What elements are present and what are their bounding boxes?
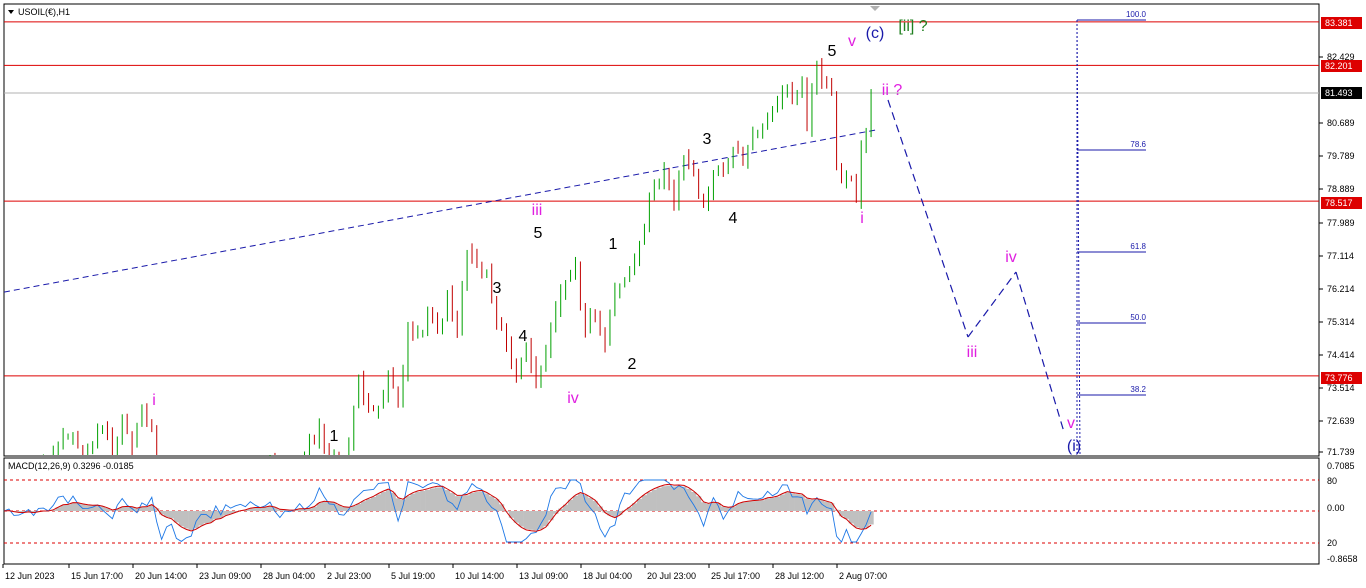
wave-label-iii_proj: iii (967, 344, 978, 361)
wave-label-iii: iii (532, 202, 543, 219)
time-tick-label: 25 Jul 17:00 (711, 571, 760, 581)
price-tick-label: 74.414 (1327, 350, 1355, 360)
wave-label-ii_pink: ii ? (882, 82, 903, 99)
price-axis[interactable]: 82.42980.68979.78978.88977.98977.11476.2… (1319, 17, 1362, 457)
fib-level-label: 78.6 (1130, 140, 1146, 149)
price-tick-label: 78.889 (1327, 184, 1355, 194)
wave-label-w1_low: 1 (330, 428, 339, 445)
price-tick-label: 79.789 (1327, 151, 1355, 161)
fib-level-label: 38.2 (1130, 385, 1146, 394)
time-tick-label: 10 Jul 14:00 (455, 571, 504, 581)
macd-tick-label: -0.8658 (1327, 554, 1358, 564)
symbol-title: USOIL(€),H1 (18, 7, 70, 17)
price-tick-label: 77.114 (1327, 251, 1354, 261)
time-tick-label: 13 Jul 09:00 (519, 571, 568, 581)
wave-label-v_proj: v (1067, 415, 1075, 432)
time-tick-label: 20 Jun 14:00 (135, 571, 187, 581)
time-tick-label: 2 Aug 07:00 (839, 571, 887, 581)
wave-label-i_pink_right: i (860, 210, 864, 227)
time-tick-label: 28 Jun 04:00 (263, 571, 315, 581)
time-tick-label: 2 Jul 23:00 (327, 571, 371, 581)
wave-label-c_top: (c) (866, 25, 885, 42)
price-tick-label: 73.514 (1327, 383, 1355, 393)
hline-price-label: 83.381 (1325, 18, 1353, 28)
wave-label-v_top: v (848, 33, 856, 50)
wave-label-iv_proj: iv (1005, 249, 1017, 266)
wave-label-w3: 3 (493, 280, 502, 297)
hline-price-label: 78.517 (1325, 198, 1353, 208)
time-tick-label: 20 Jul 23:00 (647, 571, 696, 581)
fib-level-label: 61.8 (1130, 242, 1146, 251)
wave-label-ii_green: [ii] ? (898, 18, 927, 35)
wave-label-w1b: 1 (609, 236, 618, 253)
macd-axis: 0.7085 80 0.00 20 -0.8658 (1327, 461, 1358, 564)
wave-label-i_pink_left: i (152, 392, 156, 409)
price-tick-label: 75.314 (1327, 317, 1355, 327)
hline-price-label: 82.201 (1325, 61, 1353, 71)
time-axis[interactable]: 12 Jun 2023 15 Jun 17:00 20 Jun 14:00 23 Ju… (2, 564, 887, 581)
fib-level-label: 50.0 (1130, 313, 1146, 322)
wave-label-w4: 4 (519, 328, 528, 345)
macd-tick-label: 20 (1327, 538, 1337, 548)
macd-tick-label: 0.7085 (1327, 461, 1355, 471)
time-tick-label: 28 Jul 12:00 (775, 571, 824, 581)
time-tick-label: 15 Jun 17:00 (71, 571, 123, 581)
wave-label-i_blue: (i) (1067, 438, 1081, 455)
wave-label-w2b: 2 (628, 356, 637, 373)
wave-label-w5: 5 (534, 225, 543, 242)
price-tick-label: 76.214 (1327, 284, 1355, 294)
macd-title: MACD(12,26,9) 0.3296 -0.0185 (8, 461, 134, 471)
time-tick-label: 23 Jun 09:00 (199, 571, 251, 581)
time-tick-label: 5 Jul 19:00 (391, 571, 435, 581)
wave-label-w3b: 3 (703, 131, 712, 148)
hline-price-label: 73.776 (1325, 373, 1353, 383)
price-tick-label: 77.989 (1327, 218, 1355, 228)
time-tick-label: 18 Jul 04:00 (583, 571, 632, 581)
wave-label-w4b: 4 (729, 210, 738, 227)
macd-tick-label: 80 (1327, 476, 1337, 486)
macd-tick-label: 0.00 (1327, 503, 1345, 513)
main-pane-frame (3, 3, 1320, 457)
current-price-label: 81.493 (1325, 88, 1353, 98)
price-tick-label: 80.689 (1327, 118, 1355, 128)
wave-label-iv_low: iv (567, 390, 579, 407)
fib-level-label: 100.0 (1126, 10, 1147, 19)
time-tick-label: 12 Jun 2023 (5, 571, 55, 581)
price-tick-label: 71.739 (1327, 447, 1355, 457)
price-tick-label: 72.639 (1327, 416, 1355, 426)
price-chart[interactable]: 100.078.661.850.038.2 1345iiiiv12345v (c)… (0, 0, 1366, 588)
wave-label-w5b: 5 (828, 43, 837, 60)
